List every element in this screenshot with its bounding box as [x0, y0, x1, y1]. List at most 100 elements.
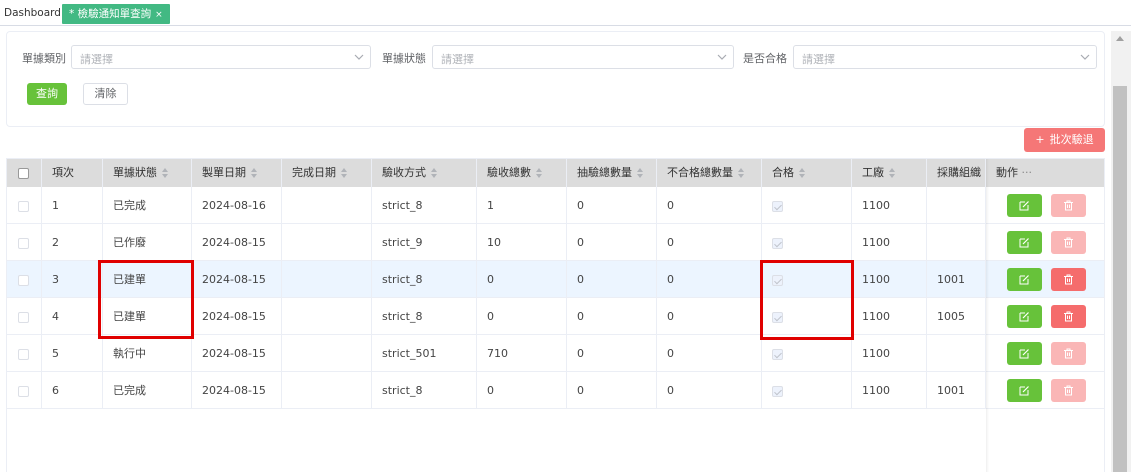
scroll-thumb[interactable]: [1113, 86, 1127, 472]
edit-button[interactable]: [1007, 268, 1042, 291]
doc-status-label: 單據狀態: [382, 52, 426, 65]
cell-acceptance-method: strict_501: [372, 335, 477, 372]
table-row[interactable]: 3 已建單 2024-08-15 strict_8 0 0 0 1100 1001: [7, 261, 1104, 298]
cell-passed: [762, 187, 852, 224]
col-sampled-total[interactable]: 抽驗總數量: [567, 159, 657, 187]
sort-icon[interactable]: [341, 168, 347, 178]
col-doc-status[interactable]: 單據狀態: [103, 159, 192, 187]
passed-placeholder: 請選擇: [802, 53, 835, 66]
row-select-cell: [7, 261, 42, 298]
cell-sampled-total: 0: [567, 372, 657, 409]
select-all-cell: [7, 159, 42, 187]
delete-button[interactable]: [1051, 305, 1086, 328]
row-select-cell: [7, 298, 42, 335]
col-rejected-total-label: 不合格總數量: [667, 166, 733, 179]
col-acceptance-total[interactable]: 驗收總數: [477, 159, 567, 187]
sort-icon[interactable]: [431, 168, 437, 178]
clear-button[interactable]: 清除: [83, 83, 128, 105]
chevron-down-icon: [1080, 54, 1090, 60]
sort-icon[interactable]: [799, 168, 805, 178]
col-rejected-total[interactable]: 不合格總數量: [657, 159, 762, 187]
cell-completed-date: [282, 187, 372, 224]
row-checkbox[interactable]: [18, 237, 29, 249]
cell-rejected-total: 0: [657, 224, 762, 261]
cell-rejected-total: 0: [657, 187, 762, 224]
cell-purchasing-org: 1001: [927, 372, 986, 409]
table-row[interactable]: 4 已建單 2024-08-15 strict_8 0 0 0 1100 1005: [7, 298, 1104, 335]
table-row[interactable]: 5 執行中 2024-08-15 strict_501 710 0 0 1100: [7, 335, 1104, 372]
sort-icon[interactable]: [162, 168, 168, 178]
sort-icon[interactable]: [738, 168, 744, 178]
sort-icon[interactable]: [889, 168, 895, 178]
tab-bar: Dashboard * 檢驗通知單查詢 ×: [0, 0, 1131, 26]
cell-doc-status: 已完成: [103, 187, 192, 224]
cell-acceptance-method: strict_8: [372, 372, 477, 409]
row-checkbox[interactable]: [18, 200, 29, 212]
cell-item-no: 3: [42, 261, 103, 298]
batch-return-button[interactable]: + 批次驗退: [1024, 128, 1105, 152]
col-acceptance-method[interactable]: 驗收方式: [372, 159, 477, 187]
passed-select[interactable]: 請選擇: [793, 45, 1097, 69]
cell-purchasing-org: [927, 187, 986, 224]
doc-status-select[interactable]: 請選擇: [432, 45, 734, 69]
col-completed-date-label: 完成日期: [292, 166, 336, 179]
delete-button[interactable]: [1051, 342, 1086, 365]
row-checkbox[interactable]: [18, 348, 29, 360]
cell-acceptance-total: 10: [477, 224, 567, 261]
sort-icon[interactable]: [637, 168, 643, 178]
cell-created-date: 2024-08-15: [192, 298, 282, 335]
cell-doc-status: 已建單: [103, 298, 192, 335]
cell-created-date: 2024-08-15: [192, 335, 282, 372]
row-checkbox[interactable]: [18, 385, 29, 397]
table-row[interactable]: 1 已完成 2024-08-16 strict_8 1 0 0 1100: [7, 187, 1104, 224]
cell-acceptance-total: 0: [477, 298, 567, 335]
delete-button[interactable]: [1051, 194, 1086, 217]
doc-type-label: 單據類別: [22, 52, 66, 65]
col-completed-date[interactable]: 完成日期: [282, 159, 372, 187]
col-created-date[interactable]: 製單日期: [192, 159, 282, 187]
batch-return-label: 批次驗退: [1049, 133, 1094, 146]
table-row[interactable]: 2 已作廢 2024-08-15 strict_9 10 0 0 1100: [7, 224, 1104, 261]
col-factory-label: 工廠: [862, 166, 884, 179]
col-factory[interactable]: 工廠: [852, 159, 927, 187]
fixed-column-shadow: [986, 159, 989, 472]
tab-close-icon[interactable]: ×: [155, 10, 163, 20]
sort-icon[interactable]: [536, 168, 542, 178]
more-icon[interactable]: ···: [1022, 166, 1033, 179]
row-checkbox[interactable]: [18, 311, 29, 323]
cell-passed: [762, 298, 852, 335]
tab-dashboard[interactable]: Dashboard: [0, 4, 65, 24]
cell-doc-status: 執行中: [103, 335, 192, 372]
col-purchasing-org: 採購組織: [927, 159, 986, 187]
passed-checkbox: [772, 348, 783, 360]
passed-label: 是否合格: [743, 52, 787, 65]
edit-button[interactable]: [1007, 194, 1042, 217]
delete-button[interactable]: [1051, 268, 1086, 291]
page-scrollbar[interactable]: [1111, 31, 1131, 472]
col-sampled-total-label: 抽驗總數量: [577, 166, 632, 179]
cell-factory: 1100: [852, 298, 927, 335]
edit-button[interactable]: [1007, 379, 1042, 402]
cell-purchasing-org: [927, 224, 986, 261]
edit-button[interactable]: [1007, 305, 1042, 328]
row-select-cell: [7, 187, 42, 224]
scroll-up-arrow-icon[interactable]: [1116, 36, 1124, 41]
tab-inspection-notice-query[interactable]: * 檢驗通知單查詢 ×: [62, 4, 170, 24]
col-passed[interactable]: 合格: [762, 159, 852, 187]
delete-button[interactable]: [1051, 231, 1086, 254]
row-checkbox[interactable]: [18, 274, 29, 286]
filter-panel: 單據類別 請選擇 單據狀態 請選擇 是否合格 請選擇 查詢 清除: [6, 31, 1105, 127]
cell-created-date: 2024-08-15: [192, 224, 282, 261]
edit-button[interactable]: [1007, 342, 1042, 365]
plus-icon: +: [1035, 133, 1045, 146]
cell-rejected-total: 0: [657, 298, 762, 335]
edit-button[interactable]: [1007, 231, 1042, 254]
doc-type-select[interactable]: 請選擇: [71, 45, 371, 69]
cell-sampled-total: 0: [567, 224, 657, 261]
delete-button[interactable]: [1051, 379, 1086, 402]
table-row[interactable]: 6 已完成 2024-08-15 strict_8 0 0 0 1100 1001: [7, 372, 1104, 409]
cell-acceptance-total: 1: [477, 187, 567, 224]
select-all-checkbox[interactable]: [18, 167, 29, 179]
sort-icon[interactable]: [251, 168, 257, 178]
query-button[interactable]: 查詢: [27, 83, 67, 105]
